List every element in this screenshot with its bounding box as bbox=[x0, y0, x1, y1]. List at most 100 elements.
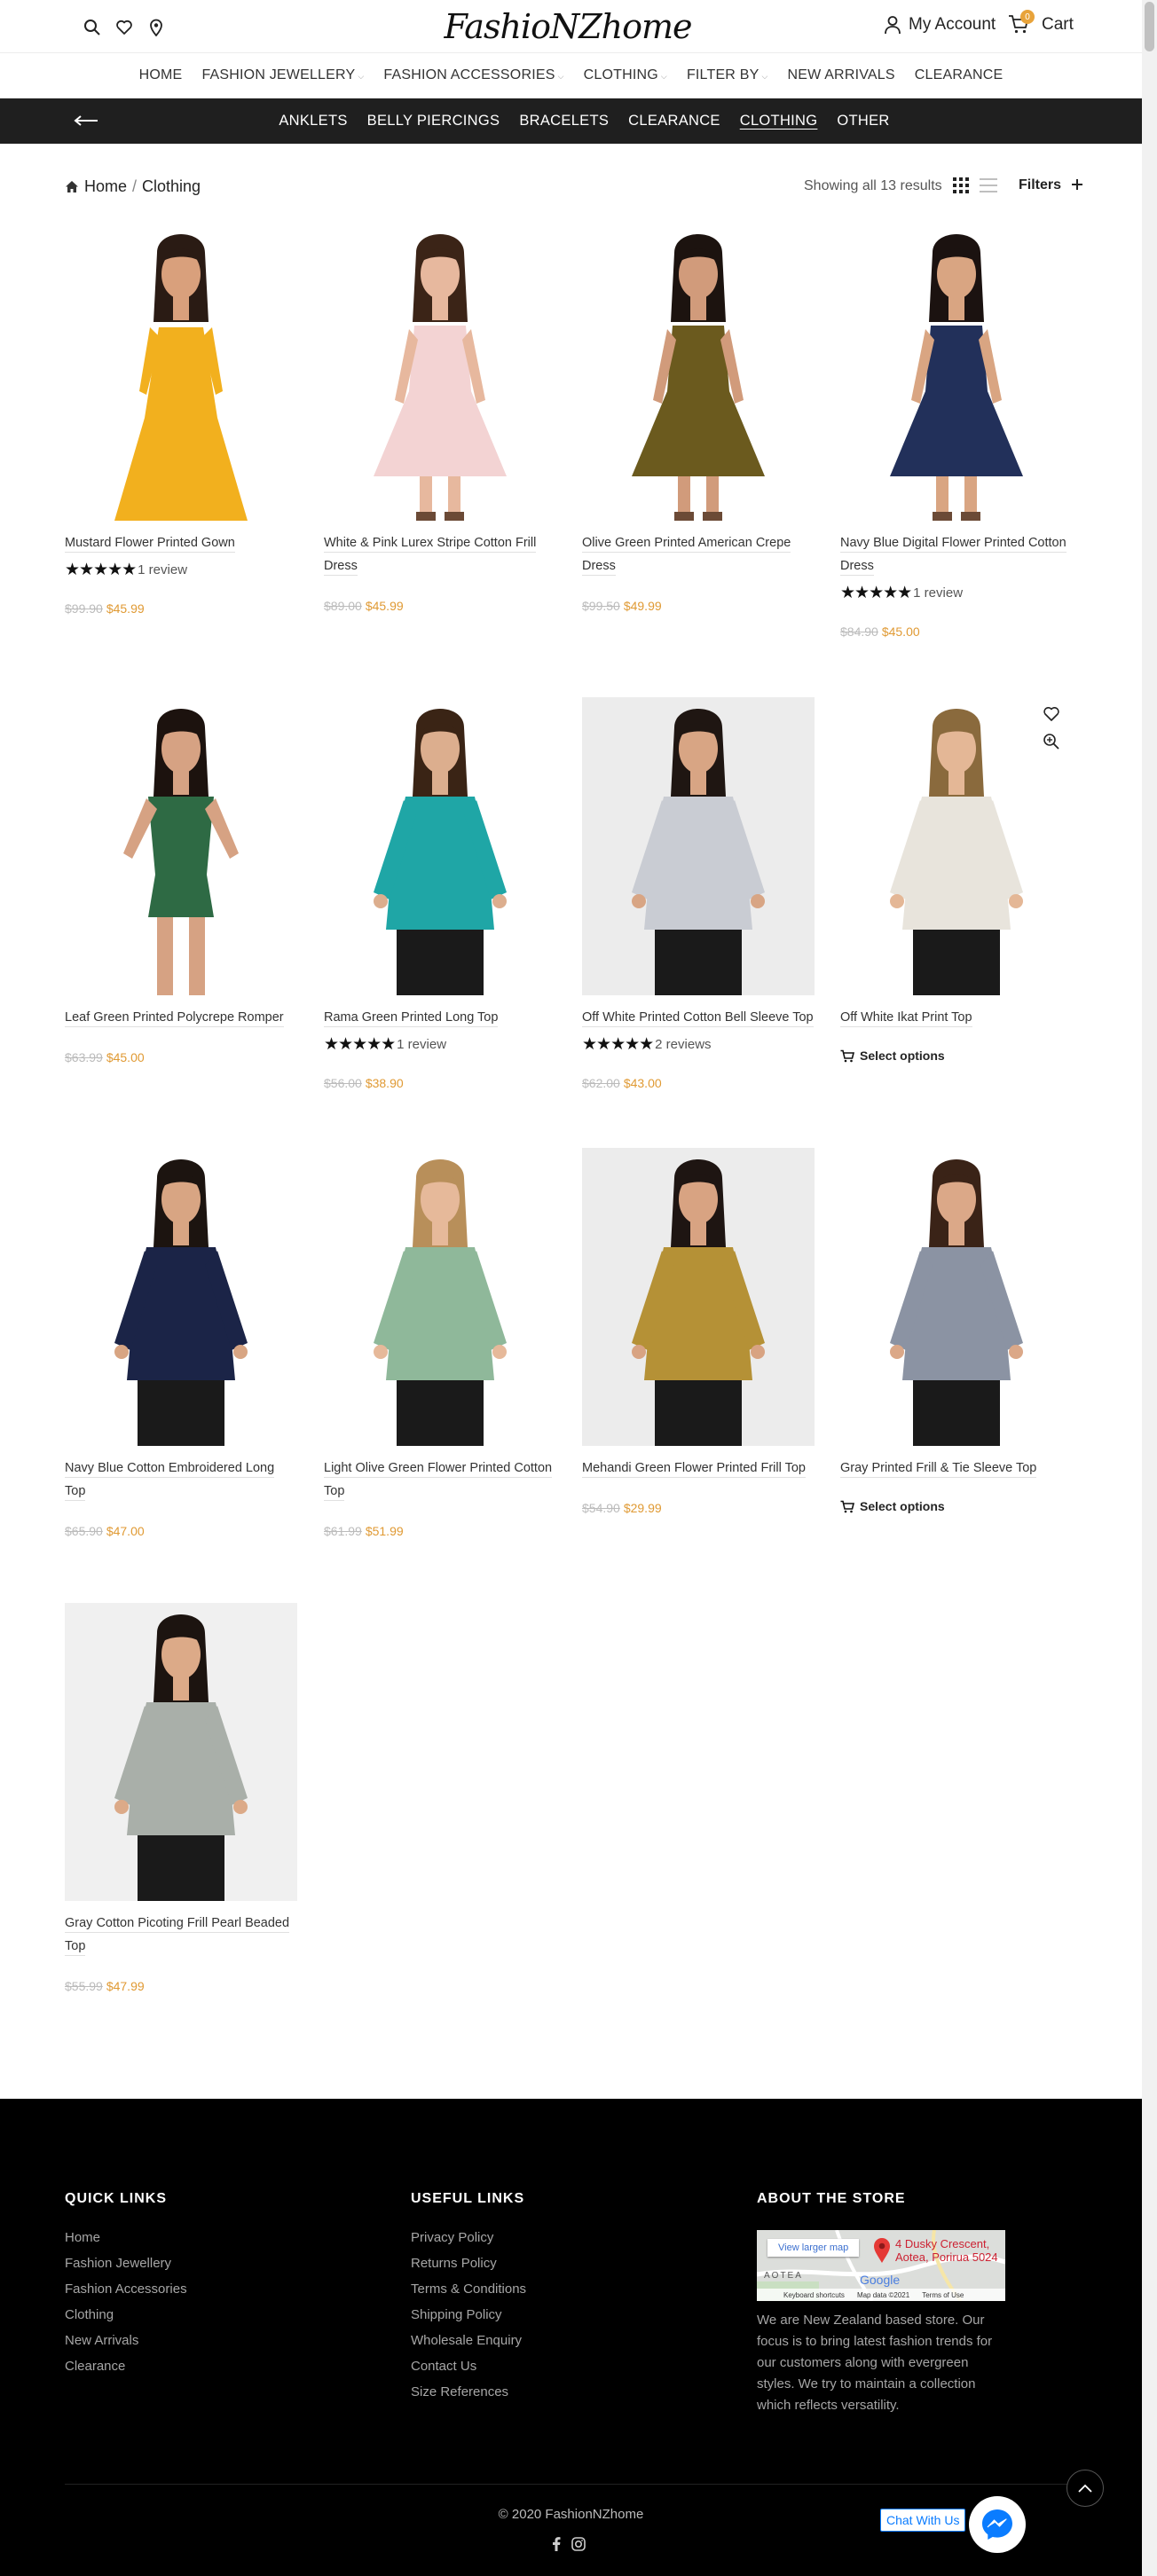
product-card[interactable]: Rama Green Printed Long Top ★★★★★ 1 review… bbox=[324, 697, 556, 1090]
useful-link-privacy-policy[interactable]: Privacy Policy bbox=[411, 2230, 526, 2245]
product-card[interactable]: Light Olive Green Flower Printed Cotton … bbox=[324, 1148, 556, 1538]
product-card[interactable]: Navy Blue Digital Flower Printed Cotton … bbox=[840, 223, 1073, 639]
review-count[interactable]: 1 review bbox=[397, 1037, 446, 1052]
my-account-link[interactable]: My Account bbox=[884, 15, 996, 35]
review-count[interactable]: 1 review bbox=[138, 562, 187, 577]
list-view-icon[interactable] bbox=[980, 177, 997, 193]
product-title[interactable]: Mustard Flower Printed Gown bbox=[65, 531, 297, 554]
product-title-text[interactable]: Off White Ikat Print Top bbox=[840, 1010, 972, 1027]
product-card[interactable]: Off White Ikat Print Top Select options bbox=[840, 697, 1073, 1063]
product-title-text[interactable]: Gray Cotton Picoting Frill Pearl Beaded … bbox=[65, 1916, 290, 1956]
product-card[interactable]: Off White Printed Cotton Bell Sleeve Top… bbox=[582, 697, 815, 1090]
quick-link-new-arrivals[interactable]: New Arrivals bbox=[65, 2333, 187, 2348]
scrollbar-thumb[interactable] bbox=[1145, 2, 1154, 51]
product-image[interactable] bbox=[65, 697, 297, 995]
product-title[interactable]: Off White Ikat Print Top bbox=[840, 1006, 1073, 1029]
product-title[interactable]: Olive Green Printed American Crepe Dress bbox=[582, 531, 815, 577]
category-clothing[interactable]: CLOTHING bbox=[740, 113, 818, 130]
product-image[interactable] bbox=[582, 223, 815, 521]
product-title[interactable]: Gray Printed Frill & Tie Sleeve Top bbox=[840, 1457, 1073, 1480]
product-title[interactable]: Navy Blue Cotton Embroidered Long Top bbox=[65, 1457, 297, 1503]
grid-view-icon[interactable] bbox=[953, 177, 969, 193]
cart-link[interactable]: 0 Cart bbox=[1008, 10, 1074, 36]
select-options-button[interactable]: Select options bbox=[840, 1048, 1073, 1063]
useful-link-terms-conditions[interactable]: Terms & Conditions bbox=[411, 2281, 526, 2297]
map-terms-link[interactable]: Terms of Use bbox=[922, 2291, 964, 2299]
category-other[interactable]: OTHER bbox=[837, 113, 889, 130]
product-title[interactable]: Gray Cotton Picoting Frill Pearl Beaded … bbox=[65, 1912, 297, 1958]
product-title-text[interactable]: Mustard Flower Printed Gown bbox=[65, 536, 235, 553]
product-image[interactable] bbox=[65, 223, 297, 521]
quick-link-home[interactable]: Home bbox=[65, 2230, 187, 2245]
product-card[interactable]: Mustard Flower Printed Gown ★★★★★ 1 review… bbox=[65, 223, 297, 616]
product-title-text[interactable]: Rama Green Printed Long Top bbox=[324, 1010, 499, 1027]
useful-link-shipping-policy[interactable]: Shipping Policy bbox=[411, 2307, 526, 2322]
product-image[interactable] bbox=[840, 1148, 1073, 1446]
map-keyboard-shortcuts[interactable]: Keyboard shortcuts bbox=[783, 2291, 845, 2299]
nav-item-home[interactable]: HOME bbox=[139, 67, 183, 83]
review-count[interactable]: 1 review bbox=[913, 585, 963, 601]
quick-link-fashion-jewellery[interactable]: Fashion Jewellery bbox=[65, 2256, 187, 2271]
product-card[interactable]: White & Pink Lurex Stripe Cotton Frill D… bbox=[324, 223, 556, 613]
product-title-text[interactable]: Navy Blue Cotton Embroidered Long Top bbox=[65, 1461, 275, 1501]
product-title-text[interactable]: Gray Printed Frill & Tie Sleeve Top bbox=[840, 1461, 1037, 1478]
quick-view-zoom-icon[interactable] bbox=[1043, 733, 1060, 750]
product-title[interactable]: Navy Blue Digital Flower Printed Cotton … bbox=[840, 531, 1073, 577]
product-title-text[interactable]: Olive Green Printed American Crepe Dress bbox=[582, 536, 791, 576]
quick-link-clothing[interactable]: Clothing bbox=[65, 2307, 187, 2322]
quick-link-fashion-accessories[interactable]: Fashion Accessories bbox=[65, 2281, 187, 2297]
useful-link-contact-us[interactable]: Contact Us bbox=[411, 2359, 526, 2374]
product-card[interactable]: Navy Blue Cotton Embroidered Long Top $65… bbox=[65, 1148, 297, 1538]
product-title[interactable]: Rama Green Printed Long Top bbox=[324, 1006, 556, 1029]
category-clearance[interactable]: CLEARANCE bbox=[628, 113, 720, 130]
nav-item-clearance[interactable]: CLEARANCE bbox=[915, 67, 1004, 83]
review-count[interactable]: 2 reviews bbox=[655, 1037, 711, 1052]
product-title-text[interactable]: Navy Blue Digital Flower Printed Cotton … bbox=[840, 536, 1066, 576]
site-logo[interactable]: FashioNZhome bbox=[445, 2, 693, 51]
quick-link-clearance[interactable]: Clearance bbox=[65, 2359, 187, 2374]
useful-link-returns-policy[interactable]: Returns Policy bbox=[411, 2256, 526, 2271]
store-map[interactable]: View larger map 4 Dusky Crescent, Aotea,… bbox=[757, 2230, 1005, 2301]
breadcrumb-home[interactable]: Home bbox=[84, 177, 127, 196]
location-pin-icon[interactable] bbox=[146, 18, 166, 37]
instagram-icon[interactable] bbox=[571, 2537, 586, 2551]
product-card[interactable]: Gray Printed Frill & Tie Sleeve Top Selec… bbox=[840, 1148, 1073, 1513]
product-card[interactable]: Olive Green Printed American Crepe Dress… bbox=[582, 223, 815, 613]
product-title[interactable]: White & Pink Lurex Stripe Cotton Frill D… bbox=[324, 531, 556, 577]
product-title-text[interactable]: White & Pink Lurex Stripe Cotton Frill D… bbox=[324, 536, 537, 576]
filters-toggle[interactable]: Filters bbox=[1019, 177, 1083, 193]
wishlist-heart-icon[interactable] bbox=[1043, 706, 1060, 722]
product-image[interactable] bbox=[324, 697, 556, 995]
category-belly-piercings[interactable]: BELLY PIERCINGS bbox=[367, 113, 500, 130]
product-image[interactable] bbox=[324, 223, 556, 521]
product-image[interactable] bbox=[582, 1148, 815, 1446]
useful-link-size-references[interactable]: Size References bbox=[411, 2384, 526, 2399]
nav-item-filter-by[interactable]: FILTER BY ⌵ bbox=[687, 67, 768, 83]
nav-item-clothing[interactable]: CLOTHING ⌵ bbox=[584, 67, 667, 83]
product-title[interactable]: Mehandi Green Flower Printed Frill Top bbox=[582, 1457, 815, 1480]
product-image[interactable] bbox=[582, 697, 815, 995]
chat-with-us-label[interactable]: Chat With Us bbox=[880, 2509, 966, 2532]
page-scrollbar[interactable] bbox=[1142, 0, 1157, 2576]
product-title-text[interactable]: Light Olive Green Flower Printed Cotton … bbox=[324, 1461, 553, 1501]
product-card[interactable]: Leaf Green Printed Polycrepe Romper $63.9… bbox=[65, 697, 297, 1064]
product-title-text[interactable]: Mehandi Green Flower Printed Frill Top bbox=[582, 1461, 806, 1478]
messenger-chat-button[interactable] bbox=[969, 2496, 1026, 2553]
facebook-icon[interactable] bbox=[552, 2537, 561, 2551]
heart-icon[interactable] bbox=[114, 18, 134, 37]
product-image[interactable] bbox=[65, 1148, 297, 1446]
view-larger-map-button[interactable]: View larger map bbox=[767, 2239, 860, 2257]
category-bracelets[interactable]: BRACELETS bbox=[519, 113, 609, 130]
product-title[interactable]: Off White Printed Cotton Bell Sleeve Top bbox=[582, 1006, 815, 1029]
product-title[interactable]: Leaf Green Printed Polycrepe Romper bbox=[65, 1006, 297, 1029]
product-title[interactable]: Light Olive Green Flower Printed Cotton … bbox=[324, 1457, 556, 1503]
category-anklets[interactable]: ANKLETS bbox=[279, 113, 347, 130]
product-image[interactable] bbox=[324, 1148, 556, 1446]
product-title-text[interactable]: Leaf Green Printed Polycrepe Romper bbox=[65, 1010, 284, 1027]
product-title-text[interactable]: Off White Printed Cotton Bell Sleeve Top bbox=[582, 1010, 814, 1027]
nav-item-new-arrivals[interactable]: NEW ARRIVALS bbox=[788, 67, 895, 83]
useful-link-wholesale-enquiry[interactable]: Wholesale Enquiry bbox=[411, 2333, 526, 2348]
product-image[interactable] bbox=[840, 223, 1073, 521]
nav-item-fashion-jewellery[interactable]: FASHION JEWELLERY ⌵ bbox=[201, 67, 364, 83]
nav-item-fashion-accessories[interactable]: FASHION ACCESSORIES ⌵ bbox=[383, 67, 563, 83]
